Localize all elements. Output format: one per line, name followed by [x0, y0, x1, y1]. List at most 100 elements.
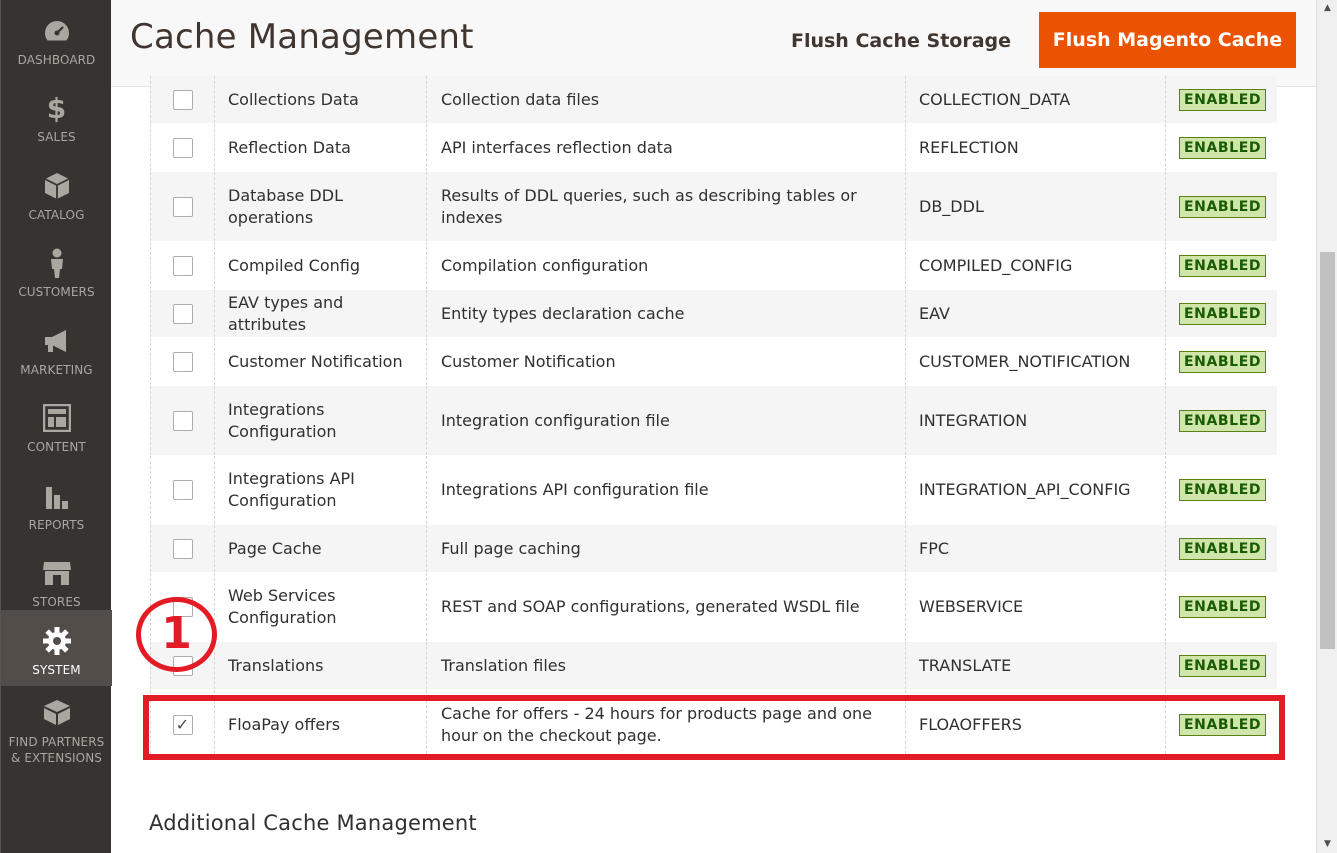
cache-type-name: Compiled Config: [215, 242, 427, 289]
scroll-up-arrow-icon[interactable]: ▲: [1317, 0, 1337, 17]
flush-cache-storage-button[interactable]: Flush Cache Storage: [786, 24, 1016, 58]
table-row[interactable]: Integrations API Configuration Integrati…: [150, 456, 1277, 525]
cache-tag: TRANSLATE: [906, 642, 1166, 689]
row-checkbox[interactable]: [172, 137, 193, 158]
table-row[interactable]: EAV types and attributes Entity types de…: [150, 290, 1277, 338]
table-row[interactable]: ✓ FloaPay offers Cache for offers - 24 h…: [150, 690, 1277, 760]
status-badge: ENABLED: [1179, 195, 1267, 218]
table-row[interactable]: Reflection Data API interfaces reflectio…: [150, 124, 1277, 172]
status-badge: ENABLED: [1179, 254, 1267, 277]
step-number-marker: 1: [136, 597, 217, 672]
cache-description: Compilation configuration: [427, 242, 906, 289]
nav-item-sales[interactable]: $ SALES: [1, 77, 112, 153]
status-badge: ENABLED: [1179, 88, 1267, 111]
nav-item-content[interactable]: CONTENT: [1, 387, 112, 463]
status-badge: ENABLED: [1179, 537, 1267, 560]
page-title: Cache Management: [130, 17, 474, 57]
box-icon: [40, 169, 74, 203]
table-row[interactable]: Customer Notification Customer Notificat…: [150, 338, 1277, 386]
blocks-icon: [40, 696, 74, 730]
cache-description: Cache for offers - 24 hours for products…: [427, 690, 906, 759]
cache-description: Results of DDL queries, such as describi…: [427, 172, 906, 241]
page-header: Cache Management Flush Cache Storage Flu…: [111, 0, 1316, 87]
row-checkbox[interactable]: [172, 196, 193, 217]
cache-type-name: Collections Data: [215, 76, 427, 123]
admin-sidebar: DASHBOARD $ SALES CATALOG CUSTOMERS MARK…: [0, 0, 112, 853]
cache-tag: COLLECTION_DATA: [906, 76, 1166, 123]
dashboard-icon: [40, 14, 74, 48]
cache-tag: EAV: [906, 290, 1166, 337]
cache-type-name: Integrations API Configuration: [215, 456, 427, 524]
cache-tag: CUSTOMER_NOTIFICATION: [906, 338, 1166, 385]
bar-chart-icon: [40, 479, 74, 513]
cache-description: Customer Notification: [427, 338, 906, 385]
table-row[interactable]: Collections Data Collection data files C…: [150, 76, 1277, 124]
layout-icon: [40, 401, 74, 435]
status-badge: ENABLED: [1179, 350, 1267, 373]
nav-item-customers[interactable]: CUSTOMERS: [1, 232, 112, 308]
checkmark-icon: ✓: [175, 714, 190, 734]
nav-item-system[interactable]: SYSTEM: [1, 610, 112, 686]
cache-type-name: Customer Notification: [215, 338, 427, 385]
table-row[interactable]: Translations Translation files TRANSLATE…: [150, 642, 1277, 690]
gear-icon: [40, 624, 74, 658]
status-badge: ENABLED: [1179, 136, 1267, 159]
cache-description: Integrations API configuration file: [427, 456, 906, 524]
nav-item-marketing[interactable]: MARKETING: [1, 310, 112, 386]
row-checkbox[interactable]: [172, 89, 193, 110]
megaphone-icon: [40, 324, 74, 358]
scroll-down-arrow-icon[interactable]: ▼: [1317, 836, 1337, 853]
cache-tag: INTEGRATION_API_CONFIG: [906, 456, 1166, 524]
status-badge: ENABLED: [1179, 596, 1267, 618]
cache-description: Collection data files: [427, 76, 906, 123]
cache-tag: REFLECTION: [906, 124, 1166, 171]
row-checkbox[interactable]: [172, 410, 193, 431]
nav-label: MARKETING: [20, 363, 93, 377]
nav-label: STORES: [32, 595, 81, 609]
cache-tag: FPC: [906, 525, 1166, 572]
cache-type-name: Reflection Data: [215, 124, 427, 171]
storefront-icon: [40, 556, 74, 590]
table-row[interactable]: Database DDL operations Results of DDL q…: [150, 172, 1277, 242]
cache-description: Integration configuration file: [427, 386, 906, 455]
cache-description: REST and SOAP configurations, generated …: [427, 573, 906, 641]
table-row[interactable]: Web Services Configuration REST and SOAP…: [150, 573, 1277, 642]
row-checkbox[interactable]: [172, 538, 193, 559]
cache-type-name: Web Services Configuration: [215, 573, 427, 641]
cache-tag: FLOAOFFERS: [906, 690, 1166, 759]
table-row[interactable]: Page Cache Full page caching FPC ENABLED: [150, 525, 1277, 573]
table-row[interactable]: Compiled Config Compilation configuratio…: [150, 242, 1277, 290]
nav-item-catalog[interactable]: CATALOG: [1, 155, 112, 231]
nav-item-stores[interactable]: STORES: [1, 542, 112, 618]
row-checkbox[interactable]: [172, 255, 193, 276]
cache-type-name: Database DDL operations: [215, 172, 427, 241]
cache-tag: DB_DDL: [906, 172, 1166, 241]
row-checkbox-checked[interactable]: ✓: [172, 714, 193, 735]
nav-label: SALES: [37, 130, 76, 144]
nav-label: DASHBOARD: [17, 53, 96, 67]
section-title: Additional Cache Management: [149, 811, 477, 835]
nav-item-reports[interactable]: REPORTS: [1, 465, 112, 541]
table-row[interactable]: Integrations Configuration Integration c…: [150, 386, 1277, 456]
nav-label: SYSTEM: [32, 663, 81, 677]
cache-type-name: Page Cache: [215, 525, 427, 572]
cache-description: API interfaces reflection data: [427, 124, 906, 171]
nav-label: FIND PARTNERS & EXTENSIONS: [8, 735, 105, 765]
nav-item-find-partners[interactable]: FIND PARTNERS & EXTENSIONS: [1, 688, 112, 774]
scrollbar-thumb[interactable]: [1320, 252, 1335, 649]
cache-tag: COMPILED_CONFIG: [906, 242, 1166, 289]
nav-item-dashboard[interactable]: DASHBOARD: [1, 0, 112, 76]
cache-tag: WEBSERVICE: [906, 573, 1166, 641]
status-badge: ENABLED: [1179, 713, 1267, 736]
flush-magento-cache-button[interactable]: Flush Magento Cache: [1039, 12, 1296, 68]
nav-label: REPORTS: [28, 518, 85, 532]
status-badge: ENABLED: [1179, 302, 1267, 325]
vertical-scrollbar[interactable]: ▲ ▼: [1316, 0, 1337, 853]
cache-tag: INTEGRATION: [906, 386, 1166, 455]
nav-label: CUSTOMERS: [18, 285, 95, 299]
row-checkbox[interactable]: [172, 303, 193, 324]
row-checkbox[interactable]: [172, 351, 193, 372]
cache-description: Entity types declaration cache: [427, 290, 906, 337]
row-checkbox[interactable]: [172, 480, 193, 500]
cache-type-name: Translations: [215, 642, 427, 689]
